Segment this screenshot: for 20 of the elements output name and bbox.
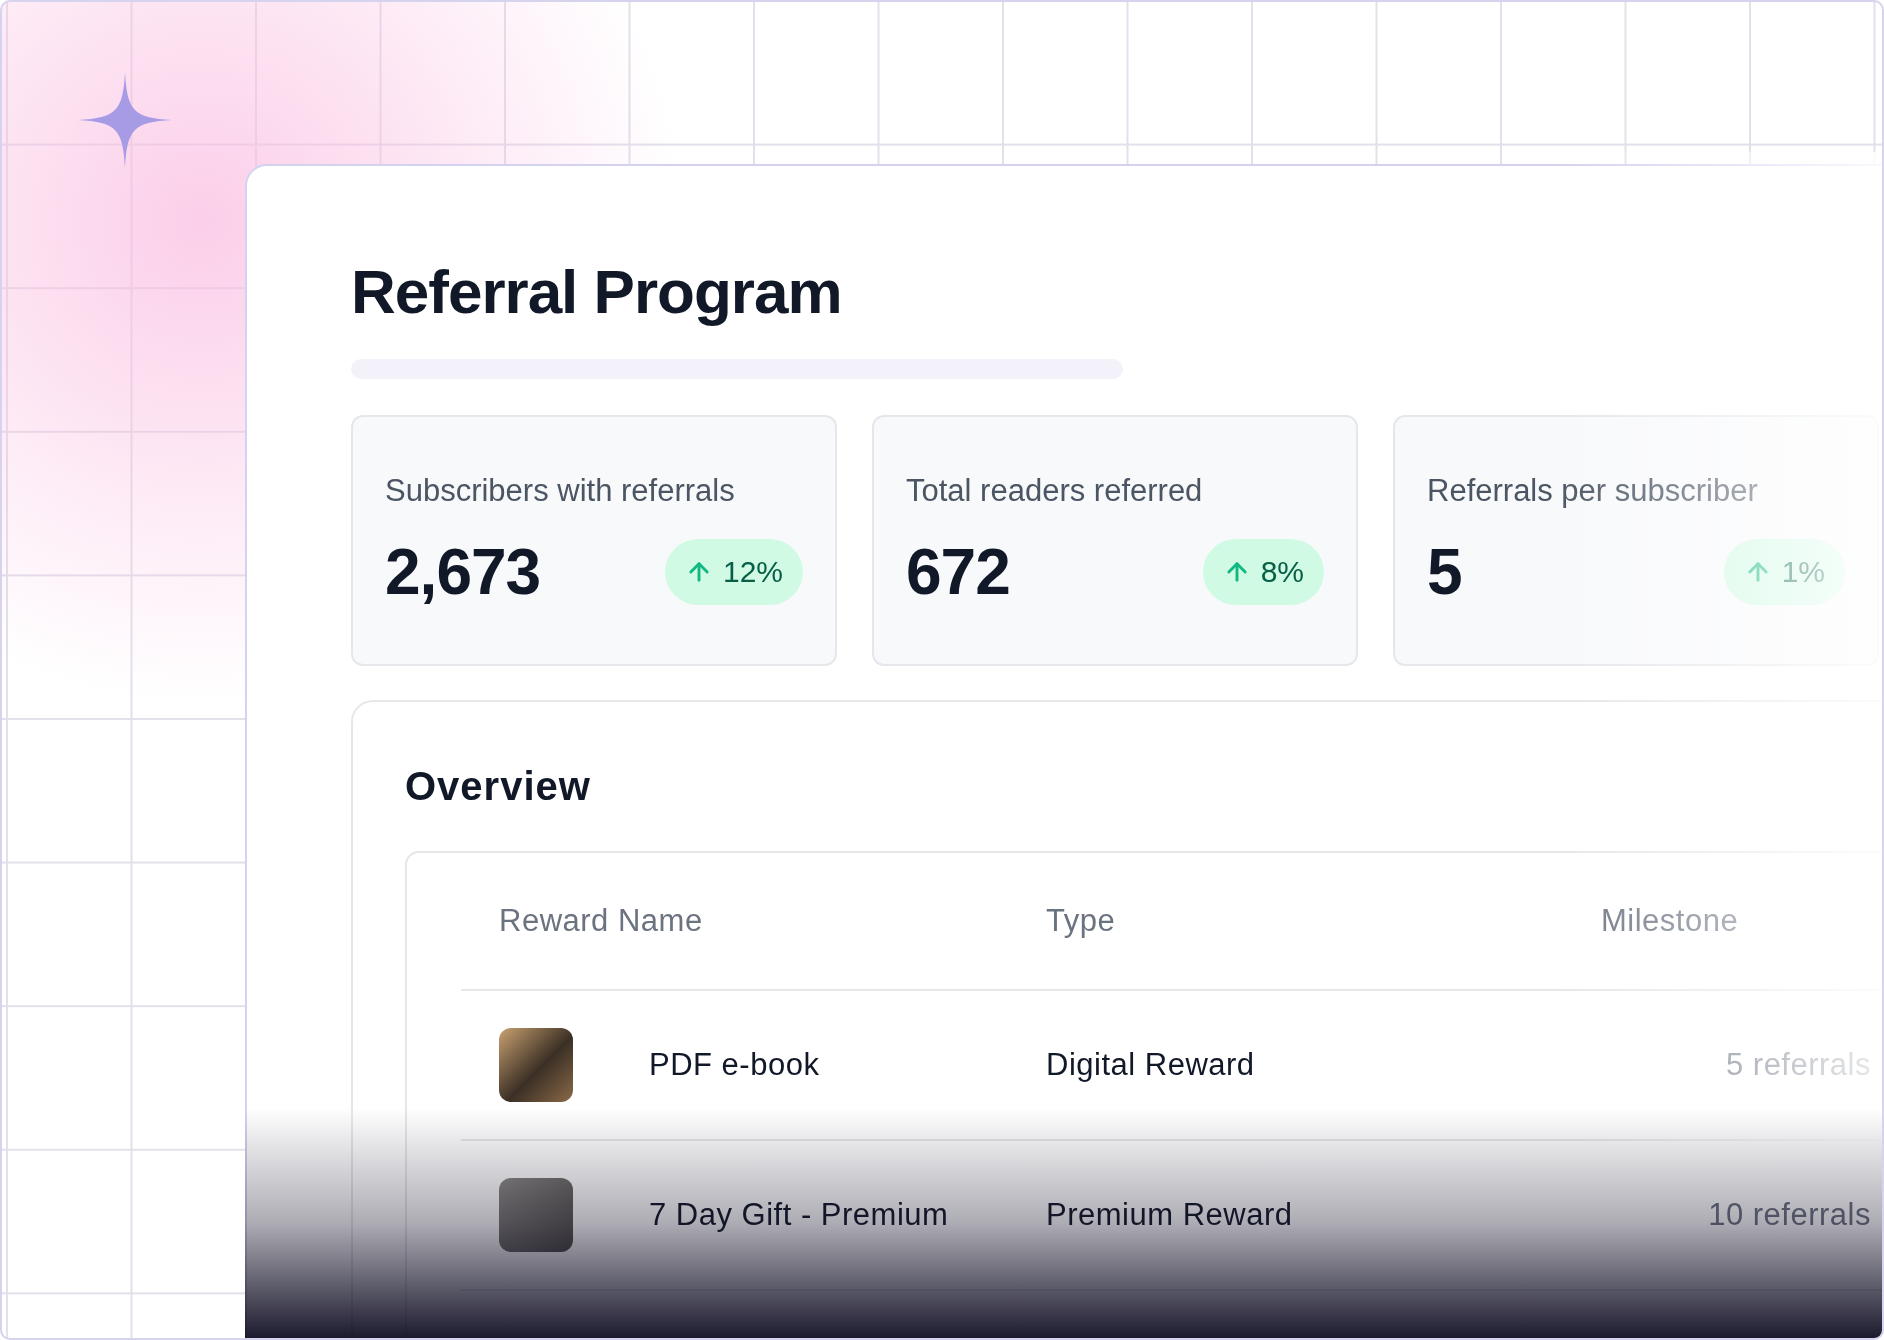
column-header: Type — [1046, 903, 1117, 939]
stat-value: 2,673 — [385, 535, 541, 609]
reward-name: 7 Day Gift - Premium — [649, 1197, 949, 1233]
stat-value: 672 — [906, 535, 1010, 609]
change-text: 1% — [1781, 555, 1825, 589]
milestone-text: 10 referrals — [1707, 1197, 1872, 1233]
section-title: Overview — [405, 764, 592, 809]
reward-name: PDF e-book — [649, 1047, 820, 1083]
milestone-text: 5 referrals — [1724, 1047, 1872, 1083]
page-title: Referral Program — [351, 256, 843, 327]
column-header: Reward Name — [498, 903, 704, 939]
stat-label: Subscribers with referrals — [385, 473, 736, 509]
change-text: 12% — [722, 555, 783, 589]
column-header: Milestone — [1601, 903, 1740, 939]
stat-label: Referrals per subscriber — [1427, 473, 1759, 509]
reward-type: Digital Reward — [1046, 1047, 1256, 1083]
stat-label: Total readers referred — [906, 473, 1204, 509]
stat-value: 5 — [1427, 535, 1462, 609]
reward-type: Premium Reward — [1046, 1197, 1294, 1233]
change-text: 8% — [1260, 555, 1304, 589]
